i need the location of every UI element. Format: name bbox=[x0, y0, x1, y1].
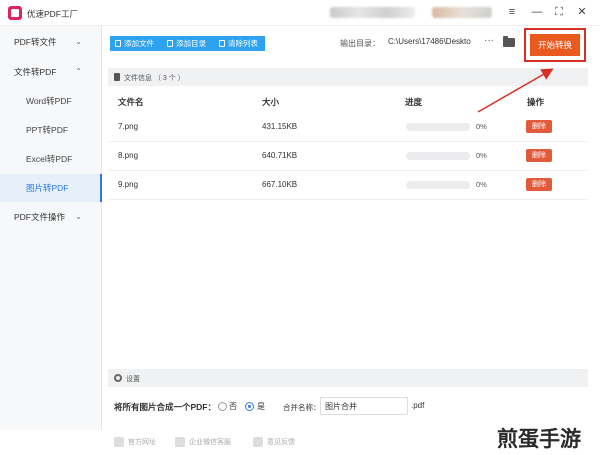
chevron-down-icon: ⌄ bbox=[75, 37, 82, 46]
file-size: 640.71KB bbox=[262, 151, 298, 160]
clear-list-button[interactable]: 清除列表 bbox=[214, 36, 265, 51]
title-bar: 优速PDF工厂 ≡ — ⛶ ✕ bbox=[0, 0, 600, 26]
progress-text: 0% bbox=[476, 180, 487, 189]
merge-name-extension: .pdf bbox=[411, 401, 425, 410]
column-header-action: 操作 bbox=[527, 97, 545, 107]
chevron-up-icon: ⌃ bbox=[75, 67, 82, 76]
close-icon[interactable]: ✕ bbox=[575, 5, 589, 19]
trash-icon bbox=[219, 40, 225, 47]
table-row: 8.png 640.71KB 0% 删除 bbox=[108, 142, 588, 171]
official-site-link[interactable]: 官方网址 bbox=[114, 437, 156, 447]
progress-text: 0% bbox=[476, 122, 487, 131]
gear-icon bbox=[114, 374, 122, 382]
add-file-button[interactable]: 添加文件 bbox=[110, 36, 162, 51]
table-row: 7.png 431.15KB 0% 删除 bbox=[108, 113, 588, 142]
settings-header[interactable]: 设置 bbox=[108, 369, 588, 387]
menu-icon[interactable]: ≡ bbox=[505, 5, 519, 19]
output-dir-label: 输出目录： bbox=[340, 39, 380, 48]
file-size: 667.10KB bbox=[262, 180, 298, 189]
start-convert-button[interactable]: 开始转换 bbox=[530, 34, 580, 56]
sidebar-item-pdf-to-file[interactable]: PDF转文件 ⌄ bbox=[0, 28, 102, 56]
enterprise-wechat-label: 企业微信客服 bbox=[189, 439, 231, 446]
blurred-user-area bbox=[432, 7, 492, 18]
sidebar-item-image-to-pdf[interactable]: 图片转PDF bbox=[0, 174, 102, 202]
merge-no-label: 否 bbox=[229, 402, 237, 411]
sidebar-item-label: PDF文件操作 bbox=[14, 212, 66, 222]
watermark: 煎蛋手游 bbox=[497, 427, 581, 451]
enterprise-wechat-link[interactable]: 企业微信客服 bbox=[175, 437, 231, 447]
sidebar: PDF转文件 ⌄ 文件转PDF ⌃ Word转PDF PPT转PDF Excel… bbox=[0, 26, 102, 430]
merge-yes-radio[interactable] bbox=[245, 402, 254, 411]
sidebar-item-excel-to-pdf[interactable]: Excel转PDF bbox=[0, 145, 102, 173]
column-header-size: 大小 bbox=[262, 97, 280, 107]
open-folder-icon[interactable] bbox=[503, 36, 515, 47]
file-icon bbox=[115, 40, 121, 47]
progress-text: 0% bbox=[476, 151, 487, 160]
delete-button[interactable]: 删除 bbox=[526, 120, 552, 133]
sidebar-item-label: PDF转文件 bbox=[14, 37, 57, 47]
file-name: 9.png bbox=[118, 180, 139, 189]
file-info-header: 文件信息 （ 3 个 ） bbox=[108, 68, 588, 86]
feedback-label: 意见反馈 bbox=[267, 439, 295, 446]
add-file-label: 添加文件 bbox=[124, 39, 154, 48]
merge-option-label: 将所有图片合成一个PDF： bbox=[114, 402, 217, 412]
sidebar-item-label: 图片转PDF bbox=[26, 183, 69, 193]
maximize-icon[interactable]: ⛶ bbox=[552, 5, 566, 19]
chevron-down-icon: ⌄ bbox=[75, 212, 82, 221]
feedback-link[interactable]: 意见反馈 bbox=[253, 437, 295, 447]
minimize-icon[interactable]: — bbox=[530, 5, 544, 19]
file-name: 8.png bbox=[118, 151, 139, 160]
progress-bar bbox=[406, 123, 470, 131]
file-info-title: 文件信息 （ 3 个 ） bbox=[124, 75, 185, 82]
clear-list-label: 清除列表 bbox=[228, 39, 258, 48]
add-folder-button[interactable]: 添加目录 bbox=[162, 36, 214, 51]
column-header-progress: 进度 bbox=[405, 97, 423, 107]
merge-name-label: 合并名称： bbox=[283, 403, 321, 412]
settings-title: 设置 bbox=[126, 376, 140, 383]
delete-button[interactable]: 删除 bbox=[526, 178, 552, 191]
official-site-label: 官方网址 bbox=[128, 439, 156, 446]
more-options-icon[interactable]: ··· bbox=[484, 35, 494, 46]
sidebar-item-file-to-pdf[interactable]: 文件转PDF ⌃ bbox=[0, 58, 102, 86]
document-icon bbox=[114, 73, 120, 81]
sidebar-item-label: Excel转PDF bbox=[26, 154, 73, 164]
merge-no-radio[interactable] bbox=[218, 402, 227, 411]
add-folder-label: 添加目录 bbox=[176, 39, 206, 48]
app-title: 优速PDF工厂 bbox=[27, 9, 79, 19]
column-header-filename: 文件名 bbox=[118, 97, 144, 107]
progress-bar bbox=[406, 152, 470, 160]
sidebar-item-label: Word转PDF bbox=[26, 96, 72, 106]
folder-icon bbox=[167, 40, 173, 47]
wechat-icon bbox=[175, 437, 185, 447]
progress-bar bbox=[406, 181, 470, 189]
start-button-highlight: 开始转换 bbox=[524, 28, 586, 62]
merge-yes-label: 是 bbox=[257, 402, 265, 411]
sidebar-item-label: PPT转PDF bbox=[26, 125, 69, 135]
file-name: 7.png bbox=[118, 122, 139, 131]
sidebar-item-word-to-pdf[interactable]: Word转PDF bbox=[0, 87, 102, 115]
app-logo-icon bbox=[8, 6, 22, 20]
output-dir-path[interactable]: C:\Users\17486\Deskto bbox=[388, 37, 480, 46]
feedback-icon bbox=[253, 437, 263, 447]
sidebar-item-pdf-operations[interactable]: PDF文件操作 ⌄ bbox=[0, 203, 102, 231]
delete-button[interactable]: 删除 bbox=[526, 149, 552, 162]
sidebar-item-label: 文件转PDF bbox=[14, 67, 57, 77]
globe-icon bbox=[114, 437, 124, 447]
file-size: 431.15KB bbox=[262, 122, 298, 131]
sidebar-item-ppt-to-pdf[interactable]: PPT转PDF bbox=[0, 116, 102, 144]
blurred-account-area bbox=[330, 7, 415, 18]
merge-name-input[interactable] bbox=[320, 397, 408, 415]
table-row: 9.png 667.10KB 0% 删除 bbox=[108, 171, 588, 200]
